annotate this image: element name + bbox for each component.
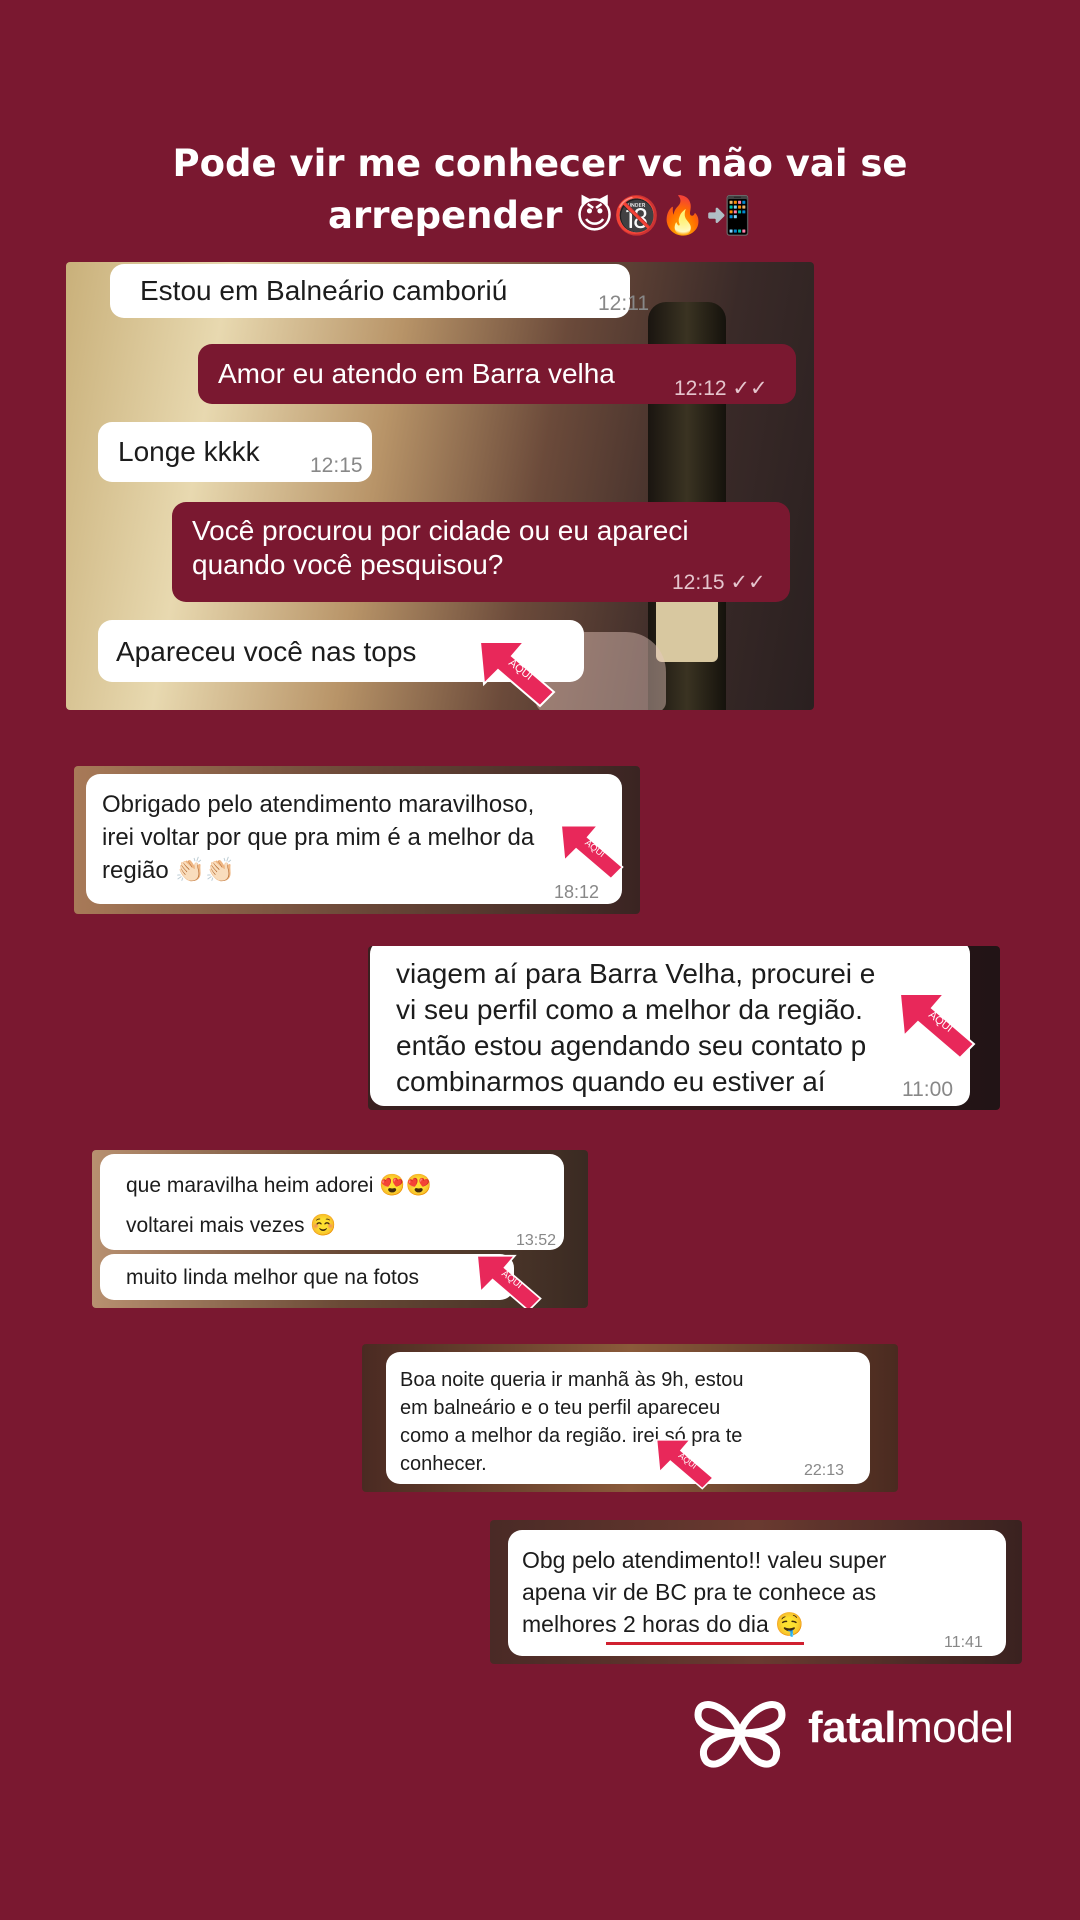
pointer-arrow-icon: AQUI: [898, 993, 976, 1060]
message-text: muito linda melhor que na fotos: [126, 1266, 420, 1289]
pointer-arrow-icon: AQUI: [560, 824, 624, 880]
message-text: Obrigado pelo atendimento maravilhoso, i…: [102, 791, 535, 884]
message-text: Apareceu você nas tops: [116, 636, 417, 667]
title-line-2: arrepender 😈🔞🔥📲: [328, 194, 752, 237]
message-received: Obg pelo atendimento!! valeu super apena…: [508, 1530, 1006, 1656]
message-time: 12:15 ✓✓: [672, 571, 766, 594]
fatalmodel-logo: fatalmodel: [690, 1693, 1050, 1773]
message-time: 11:00: [902, 1078, 953, 1101]
message-received: viagem aí para Barra Velha, procurei e v…: [370, 946, 970, 1106]
message-time: 22:13: [804, 1462, 845, 1479]
chat-screenshot-4: que maravilha heim adorei 😍😍 voltarei ma…: [92, 1150, 588, 1308]
message-received: Boa noite queria ir manhã às 9h, estou e…: [386, 1352, 870, 1484]
message-time: 12:15: [310, 454, 363, 477]
chat-screenshot-6: Obg pelo atendimento!! valeu super apena…: [490, 1520, 1022, 1664]
pointer-arrow-icon: AQUI: [478, 641, 556, 708]
message-time: 18:12: [554, 882, 600, 902]
message-time: 13:52: [516, 1232, 557, 1249]
message-received: Obrigado pelo atendimento maravilhoso, i…: [86, 774, 622, 904]
message-sent: Você procurou por cidade ou eu apareci q…: [172, 502, 790, 602]
message-text: Longe kkkk: [118, 436, 260, 467]
title-line-1: Pode vir me conhecer vc não vai se: [172, 142, 908, 185]
highlight-underline: [606, 1642, 804, 1645]
message-received: Estou em Balneário camboriú 12:11: [110, 264, 649, 318]
message-text: Estou em Balneário camboriú: [140, 275, 508, 306]
pointer-arrow-icon: AQUI: [655, 1439, 715, 1490]
message-text: Amor eu atendo em Barra velha: [218, 358, 615, 389]
message-text: Obg pelo atendimento!! valeu super apena…: [522, 1547, 887, 1637]
page-title: Pode vir me conhecer vc não vai se arrep…: [0, 138, 1080, 242]
message-text: viagem aí para Barra Velha, procurei e v…: [396, 958, 876, 1097]
message-received: Longe kkkk 12:15: [98, 422, 372, 482]
message-text: que maravilha heim adorei 😍😍 voltarei ma…: [126, 1174, 432, 1237]
pointer-arrow-icon: AQUI: [476, 1254, 542, 1308]
message-time: 12:12 ✓✓: [674, 377, 768, 400]
message-received: muito linda melhor que na fotos: [100, 1254, 514, 1300]
butterfly-logo-icon: [694, 1701, 786, 1768]
brand-name-rest: model: [895, 1703, 1014, 1752]
message-text: Você procurou por cidade ou eu apareci q…: [192, 515, 689, 580]
message-received: que maravilha heim adorei 😍😍 voltarei ma…: [100, 1154, 564, 1250]
brand-name: fatalmodel: [808, 1703, 1014, 1753]
chat-screenshot-3: viagem aí para Barra Velha, procurei e v…: [368, 946, 1000, 1110]
message-sent: Amor eu atendo em Barra velha 12:12 ✓✓: [198, 344, 796, 404]
chat-screenshot-5: Boa noite queria ir manhã às 9h, estou e…: [362, 1344, 898, 1492]
message-time: 11:41: [944, 1634, 983, 1651]
message-time: 12:11: [598, 292, 649, 315]
chat-screenshot-2: Obrigado pelo atendimento maravilhoso, i…: [74, 766, 640, 914]
brand-name-bold: fatal: [808, 1703, 896, 1752]
chat-screenshot-1: Estou em Balneário camboriú 12:11 Amor e…: [66, 262, 814, 710]
